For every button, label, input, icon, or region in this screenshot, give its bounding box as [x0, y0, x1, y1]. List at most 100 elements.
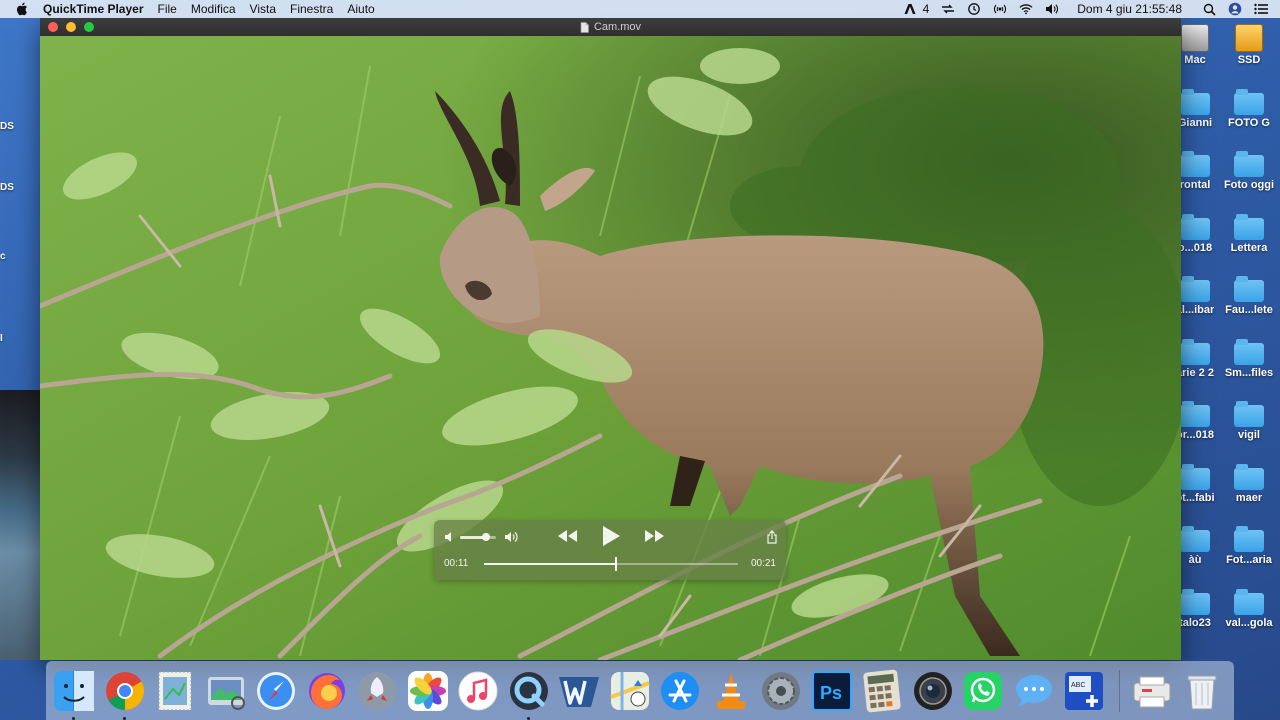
chrome-icon[interactable] [103, 669, 147, 720]
system-preferences-icon[interactable] [759, 669, 803, 713]
wifi-icon[interactable] [1019, 2, 1033, 16]
folder-icon [1234, 276, 1264, 302]
current-time: 00:11 [444, 558, 469, 569]
folder-icon [1180, 463, 1210, 490]
apple-menu-icon[interactable] [16, 2, 30, 16]
folder-icon [1180, 526, 1210, 552]
folder-icon [1234, 88, 1264, 115]
desktop-edge-label[interactable]: I [0, 333, 3, 344]
music-icon[interactable] [456, 669, 500, 713]
desktop-icon-label: val...gola [1225, 616, 1273, 629]
desktop-photo-thumbnail[interactable] [0, 390, 42, 660]
sync-icon[interactable] [941, 2, 955, 16]
menu-window[interactable]: Finestra [290, 2, 333, 16]
window-controls [48, 22, 102, 32]
desktop-edge-label[interactable]: c [0, 251, 6, 262]
playback-controller: 00:11 00:21 [434, 520, 786, 580]
desktop-icon[interactable]: Fau...lete [1214, 274, 1280, 316]
desktop-icon-label: SSD [1237, 54, 1261, 66]
desktop-icon[interactable]: SSD [1214, 24, 1280, 66]
trash-icon[interactable] [1180, 669, 1224, 713]
mail-stamp-icon[interactable] [153, 669, 197, 713]
volume-high-icon[interactable] [504, 530, 520, 544]
menu-help[interactable]: Aiuto [347, 2, 374, 16]
desktop-icon[interactable]: Fot...aria [1214, 524, 1280, 566]
status-count: 4 [922, 2, 930, 16]
desktop-icon-label: maer [1235, 491, 1263, 504]
play-button[interactable] [601, 525, 621, 547]
menu-app-name[interactable]: QuickTime Player [43, 2, 144, 16]
time-machine-icon[interactable] [967, 2, 981, 16]
menu-clock[interactable]: Dom 4 giu 21:55:48 [1077, 2, 1182, 16]
quicktime-window: Cam.mov 00:11 00:21 [40, 18, 1181, 660]
folder-icon [1180, 88, 1210, 115]
text-editor-plus-icon[interactable]: ABC [1062, 669, 1106, 713]
app-store-icon[interactable] [658, 669, 702, 713]
running-indicator [526, 716, 530, 720]
timeline-scrubber[interactable] [484, 557, 738, 571]
desktop-icon-label: Sm...files [1224, 366, 1274, 379]
volume-icon[interactable] [1045, 2, 1059, 16]
photos-icon[interactable] [406, 669, 450, 713]
user-avatar-icon[interactable] [1228, 2, 1242, 16]
folder-icon [1180, 588, 1210, 615]
photoshop-icon[interactable]: Ps [810, 669, 854, 713]
desktop-icon-label: Lettera [1230, 241, 1268, 254]
minimize-window-button[interactable] [66, 22, 76, 32]
adobe-creative-cloud-icon[interactable] [903, 2, 917, 16]
folder-icon [1234, 151, 1264, 177]
movie-file-icon [580, 21, 589, 33]
desktop-icon[interactable]: Lettera [1214, 212, 1280, 254]
messages-icon[interactable] [1012, 669, 1056, 713]
window-title: Cam.mov [593, 21, 642, 33]
safari-icon[interactable] [254, 669, 298, 713]
volume-low-icon[interactable] [444, 531, 456, 543]
dock-separator [1118, 669, 1120, 712]
rewind-button[interactable] [556, 529, 578, 543]
zoom-window-button[interactable] [84, 22, 94, 32]
hard-drive-icon [1181, 24, 1209, 52]
menu-view[interactable]: Vista [250, 2, 276, 16]
dock: Ps ABC [46, 661, 1234, 720]
desktop-icon-label: Fau...lete [1225, 304, 1273, 316]
desktop-icon[interactable]: Foto oggi [1214, 149, 1280, 191]
close-window-button[interactable] [48, 22, 58, 32]
desktop-icon[interactable]: val...gola [1214, 587, 1280, 629]
camera-lens-icon[interactable] [911, 669, 955, 713]
network-radar-icon[interactable] [993, 2, 1007, 16]
volume-knob[interactable] [481, 533, 490, 541]
desktop-icon[interactable]: FOTO G [1214, 87, 1280, 129]
preview-icon[interactable] [204, 669, 248, 713]
maps-icon[interactable] [608, 669, 652, 713]
share-icon[interactable] [766, 530, 778, 544]
desktop-icon[interactable]: vigil [1214, 399, 1280, 441]
video-frame[interactable]: 00:11 00:21 [40, 36, 1181, 660]
printer-icon[interactable] [1130, 669, 1174, 713]
desktop-icon-label: Fot...aria [1226, 554, 1272, 566]
desktop-icon[interactable]: Sm...files [1214, 337, 1280, 379]
menu-file[interactable]: File [158, 2, 177, 16]
word-icon[interactable] [557, 669, 601, 713]
desktop-edge-label[interactable]: DS [0, 121, 14, 132]
running-indicator [122, 716, 126, 720]
launchpad-icon[interactable] [355, 669, 399, 713]
folder-icon [1234, 338, 1264, 365]
window-titlebar[interactable]: Cam.mov [40, 18, 1181, 36]
notification-center-icon[interactable] [1254, 2, 1268, 16]
firefox-icon[interactable] [305, 669, 349, 713]
quicktime-icon[interactable] [507, 669, 551, 720]
desktop-edge-label[interactable]: DS [0, 182, 14, 193]
volume-slider[interactable] [460, 533, 496, 541]
spotlight-search-icon[interactable] [1202, 2, 1216, 16]
folder-icon [1180, 338, 1210, 365]
desktop-icon-label: Foto oggi [1223, 179, 1275, 191]
menu-edit[interactable]: Modifica [191, 2, 236, 16]
desktop-icon[interactable]: maer [1214, 462, 1280, 504]
whatsapp-icon[interactable] [961, 669, 1005, 713]
playhead[interactable] [615, 557, 618, 571]
fast-forward-button[interactable] [644, 529, 666, 543]
calculator-icon[interactable] [860, 669, 904, 713]
folder-icon [1234, 463, 1264, 490]
finder-icon[interactable] [52, 669, 96, 720]
vlc-icon[interactable] [709, 669, 753, 713]
